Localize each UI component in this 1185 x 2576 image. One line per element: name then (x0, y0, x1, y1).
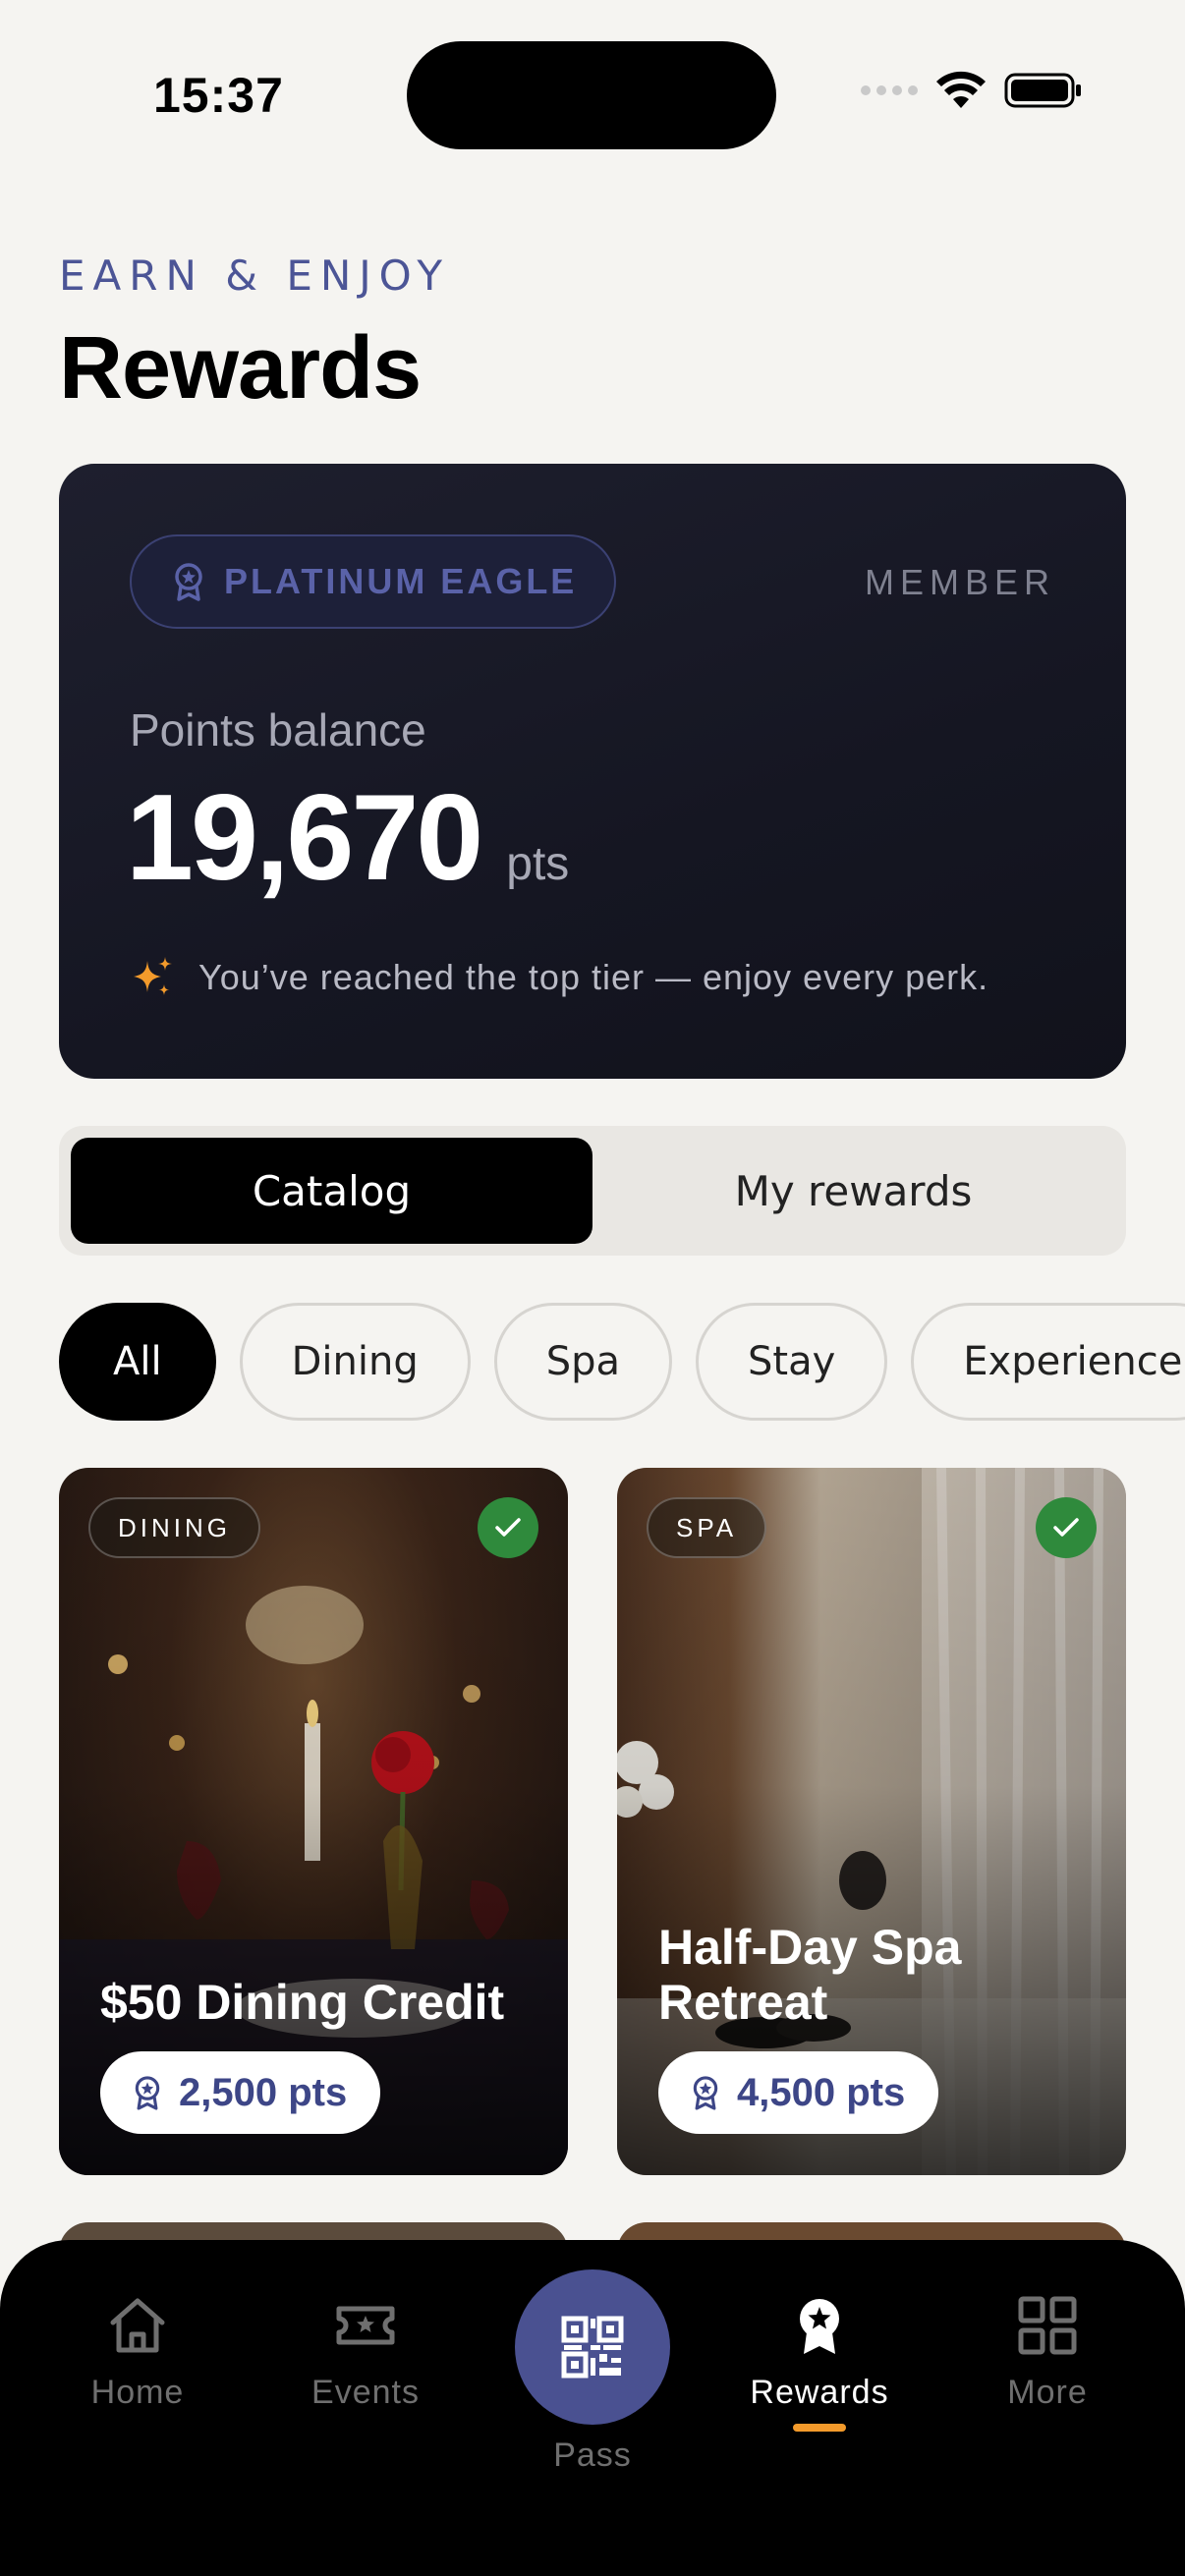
tab-more-label: More (1007, 2374, 1088, 2411)
tier-badge: PLATINUM EAGLE (130, 534, 617, 629)
tab-events-label: Events (311, 2374, 420, 2411)
rewards-medal-icon (800, 2299, 839, 2354)
active-tab-indicator (793, 2424, 846, 2432)
tab-home-label: Home (90, 2374, 185, 2411)
reward-card-spa[interactable]: SPA Half-Day Spa Retreat 4,500 pts (617, 1468, 1126, 2175)
tier-note-text: You’ve reached the top tier — enjoy ever… (198, 957, 989, 997)
cellular-signal-icon (861, 85, 918, 95)
filter-chip-experience[interactable]: Experience (911, 1303, 1185, 1421)
medal-icon (135, 2076, 160, 2110)
filter-chips-scroller[interactable]: All Dining Spa Stay Experience (0, 1297, 1185, 1427)
reward-points: 4,500 pts (737, 2070, 906, 2114)
tier-note: You’ve reached the top tier — enjoy ever… (130, 955, 988, 1000)
filter-chip-spa[interactable]: Spa (493, 1303, 673, 1421)
reward-title: Half-Day Spa Retreat (658, 1920, 962, 2030)
catalog-segmented-control: Catalog My rewards (59, 1126, 1126, 1256)
status-time: 15:37 (153, 68, 284, 123)
home-icon (110, 2298, 165, 2353)
balance-unit: pts (506, 838, 570, 890)
tab-events[interactable]: Events (267, 2293, 464, 2412)
ticket-icon (336, 2306, 395, 2345)
tier-name: PLATINUM EAGLE (224, 561, 578, 601)
tab-rewards[interactable]: Rewards (721, 2293, 918, 2432)
tab-home[interactable]: Home (39, 2293, 236, 2412)
filter-chip-all[interactable]: All (59, 1303, 216, 1421)
member-label: MEMBER (864, 562, 1055, 602)
reward-card-dining[interactable]: DINING $50 Dining Credit 2,500 pts (59, 1468, 568, 2175)
balance-row: 19,670 pts (126, 768, 569, 908)
qr-code-icon (561, 2316, 624, 2379)
medal-icon (175, 563, 202, 601)
available-check-icon (1036, 1497, 1097, 1558)
reward-points: 2,500 pts (179, 2070, 348, 2114)
category-tag: SPA (647, 1497, 767, 1558)
points-balance-card: PLATINUM EAGLE MEMBER Points balance 19,… (59, 464, 1126, 1079)
reward-title: $50 Dining Credit (100, 1975, 505, 2030)
tab-catalog[interactable]: Catalog (71, 1138, 592, 1244)
tab-my-rewards[interactable]: My rewards (592, 1138, 1114, 1244)
battery-icon (1004, 73, 1081, 108)
status-icons (861, 71, 1083, 110)
medal-icon (693, 2076, 718, 2110)
tab-pass-label: Pass (553, 2436, 632, 2474)
filter-chip-dining[interactable]: Dining (239, 1303, 471, 1421)
tab-rewards-label: Rewards (750, 2374, 889, 2411)
balance-label: Points balance (130, 704, 426, 756)
dynamic-island (407, 41, 776, 149)
wifi-icon (936, 71, 986, 108)
available-check-icon (478, 1497, 538, 1558)
page-title: Rewards (59, 319, 422, 418)
sparkles-icon (134, 957, 172, 995)
category-tag: DINING (88, 1497, 260, 1558)
reward-points-pill[interactable]: 4,500 pts (658, 2051, 939, 2134)
grid-icon (1018, 2296, 1077, 2355)
balance-value: 19,670 (126, 770, 483, 906)
bottom-tab-bar: Home Events Pass Rewards More (0, 2240, 1185, 2576)
pass-button[interactable] (515, 2269, 670, 2425)
page-eyebrow: EARN & ENJOY (59, 252, 451, 300)
tab-more[interactable]: More (949, 2293, 1146, 2412)
filter-chip-stay[interactable]: Stay (696, 1303, 888, 1421)
reward-points-pill[interactable]: 2,500 pts (100, 2051, 381, 2134)
